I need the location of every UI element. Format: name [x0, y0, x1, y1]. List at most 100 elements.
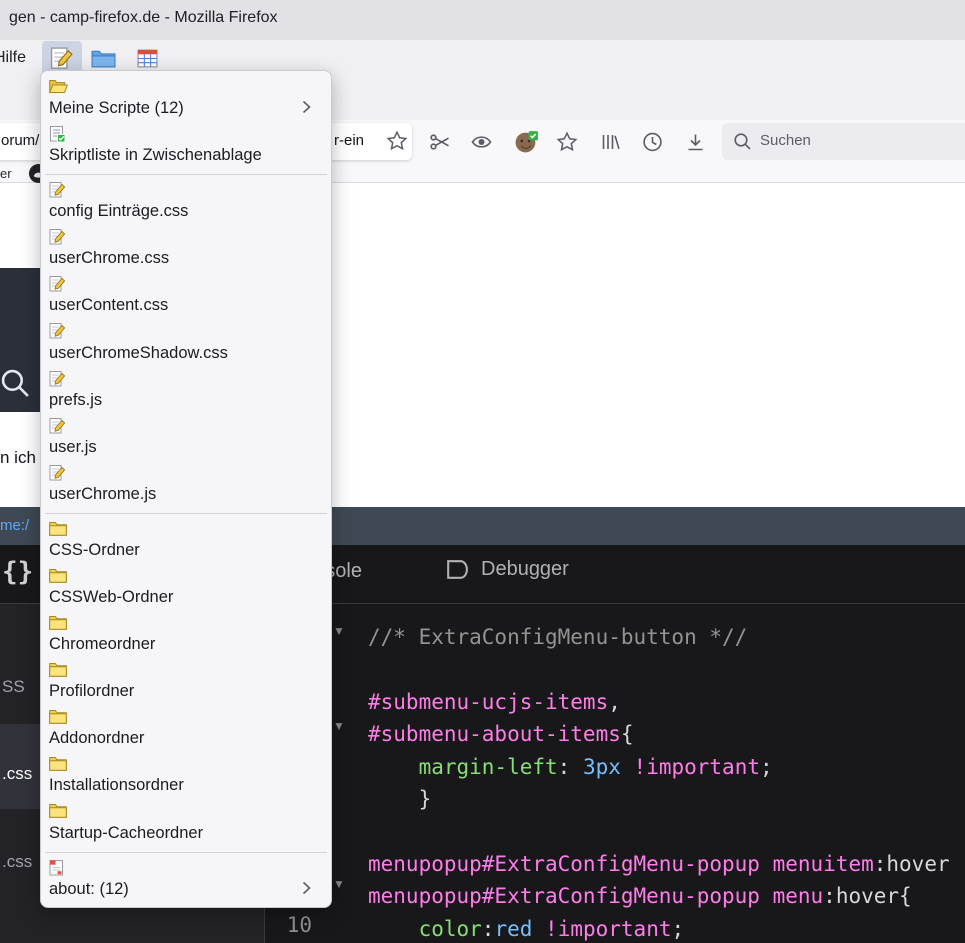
code-token: 3px — [583, 755, 621, 779]
code-line: menupopup#ExtraConfigMenu-popup menu:hov… — [358, 880, 965, 912]
blue-folder-icon — [91, 48, 116, 68]
window-title: gen - camp-firefox.de - Mozilla Firefox — [9, 9, 278, 27]
profile-folder-button[interactable] — [91, 48, 116, 68]
code-token: color — [419, 917, 482, 941]
code-token — [368, 755, 419, 779]
menu-item-userchromeshadow-css[interactable]: userChromeShadow.css — [41, 320, 331, 367]
tab-debugger-label: Debugger — [481, 558, 569, 581]
code-token: menuitem — [773, 852, 874, 876]
menu-item-label: userChrome.js — [49, 485, 156, 504]
menu-item-label: userChrome.css — [49, 249, 169, 268]
file-edit-icon — [49, 275, 68, 293]
code-line — [358, 815, 965, 847]
code-token: menupopup#ExtraConfigMenu-popup — [368, 884, 760, 908]
menu-item-usercontent-css[interactable]: userContent.css — [41, 273, 331, 320]
menu-item-label: Startup-Cacheordner — [49, 824, 203, 843]
menu-item-label: Skriptliste in Zwischenablage — [49, 146, 262, 165]
firefox-window: gen - camp-firefox.de - Mozilla Firefox … — [0, 0, 965, 943]
code-token: { — [621, 722, 634, 746]
url-text-right: r-ein — [334, 132, 364, 149]
code-token: ; — [671, 917, 684, 941]
post-image-thumbnail[interactable] — [0, 268, 40, 412]
menu-item-label: CSSWeb-Ordner — [49, 588, 173, 607]
folder-icon — [49, 520, 68, 538]
code-token: red — [494, 917, 532, 941]
menu-item-cssweb-ordner[interactable]: CSSWeb-Ordner — [41, 565, 331, 612]
search-icon — [732, 131, 754, 153]
fold-arrow-icon[interactable]: ▼ — [333, 719, 345, 733]
grid-icon — [137, 48, 158, 69]
code-line: } — [358, 783, 965, 815]
code-token: : — [482, 917, 495, 941]
menu-item-label: userChromeShadow.css — [49, 344, 228, 363]
bookmark-item-label[interactable]: er — [0, 166, 12, 181]
menu-item-installationsordner[interactable]: Installationsordner — [41, 753, 331, 800]
library-icon[interactable] — [599, 131, 622, 153]
menu-item-css-ordner[interactable]: CSS-Ordner — [41, 518, 331, 565]
folder-icon — [49, 708, 68, 726]
menu-item-label: Installationsordner — [49, 776, 184, 795]
code-token: :hover{ — [823, 884, 912, 908]
menu-item-chromeordner[interactable]: Chromeordner — [41, 612, 331, 659]
style-editor-braces-icon[interactable]: {} — [2, 557, 33, 587]
post-text-fragment: n ich — [0, 448, 36, 468]
scissors-extension-icon[interactable] — [429, 131, 452, 153]
menu-item-label: about: (12) — [49, 880, 129, 899]
menu-item-profilordner[interactable]: Profilordner — [41, 659, 331, 706]
title-bar: gen - camp-firefox.de - Mozilla Firefox — [0, 0, 965, 40]
folder-icon — [49, 567, 68, 585]
code-token: } — [368, 787, 431, 811]
fold-arrow-icon[interactable]: ▼ — [333, 877, 345, 891]
menu-item-config-eintr-ge-css[interactable]: config Einträge.css — [41, 179, 331, 226]
file-edit-icon — [49, 464, 68, 482]
code-token: #submenu-about-items — [368, 722, 621, 746]
eye-extension-icon[interactable] — [470, 131, 493, 153]
clipboard-icon — [49, 125, 68, 143]
code-line — [358, 653, 965, 685]
menu-item-userchrome-css[interactable]: userChrome.css — [41, 226, 331, 273]
file-edit-icon — [49, 322, 68, 340]
table-tool-button[interactable] — [137, 48, 158, 69]
star-toolbar-icon[interactable] — [556, 131, 578, 153]
menu-item-label: Profilordner — [49, 682, 134, 701]
tab-debugger[interactable]: Debugger — [443, 558, 569, 581]
download-icon[interactable] — [684, 131, 707, 153]
avatar-extension-icon[interactable] — [514, 130, 539, 154]
bookmark-star-icon[interactable] — [386, 130, 408, 152]
code-token: menu — [773, 884, 824, 908]
menu-item-label: prefs.js — [49, 391, 102, 410]
code-area[interactable]: //* ExtraConfigMenu-button *//#submenu-u… — [358, 621, 965, 943]
url-text-left: orum/ — [1, 132, 39, 149]
menu-item-skriptliste-in-zwischenablage[interactable]: Skriptliste in Zwischenablage — [41, 123, 331, 170]
code-token: , — [608, 690, 621, 714]
zoom-magnifier-icon[interactable] — [0, 368, 31, 399]
fold-arrow-icon[interactable]: ▼ — [333, 624, 345, 638]
menu-item-meine-scripte-12[interactable]: Meine Scripte (12) — [41, 76, 331, 123]
code-token — [368, 917, 419, 941]
menu-item-label: CSS-Ordner — [49, 541, 140, 560]
menu-help[interactable]: Hilfe — [0, 49, 26, 67]
code-line: menupopup#ExtraConfigMenu-popup menuitem… — [358, 848, 965, 880]
folder-icon — [49, 614, 68, 632]
history-clock-icon[interactable] — [641, 131, 664, 153]
menu-item-userchrome-js[interactable]: userChrome.js — [41, 462, 331, 509]
code-token: //* ExtraConfigMenu-button *// — [368, 625, 747, 649]
code-token: !important — [545, 917, 671, 941]
code-line: #submenu-about-items{ — [358, 718, 965, 750]
menu-item-about-12[interactable]: about: (12) — [41, 857, 331, 904]
menu-item-startup-cacheordner[interactable]: Startup-Cacheordner — [41, 800, 331, 847]
code-token: ; — [760, 755, 773, 779]
file-about-icon — [49, 859, 68, 877]
menu-item-label: user.js — [49, 438, 97, 457]
menu-item-prefs-js[interactable]: prefs.js — [41, 368, 331, 415]
code-line: color:red !important; — [358, 913, 965, 943]
menu-item-label: Meine Scripte (12) — [49, 99, 184, 118]
extraconfig-menu-popup: Meine Scripte (12) Skriptliste in Zwisch… — [40, 70, 332, 908]
code-token: : — [558, 755, 583, 779]
menu-item-addonordner[interactable]: Addonordner — [41, 706, 331, 753]
menu-item-user-js[interactable]: user.js — [41, 415, 331, 462]
code-token — [760, 852, 773, 876]
search-input[interactable]: Suchen — [722, 123, 965, 160]
search-placeholder: Suchen — [760, 132, 811, 149]
chrome-url-link[interactable]: me:/ — [0, 517, 29, 534]
